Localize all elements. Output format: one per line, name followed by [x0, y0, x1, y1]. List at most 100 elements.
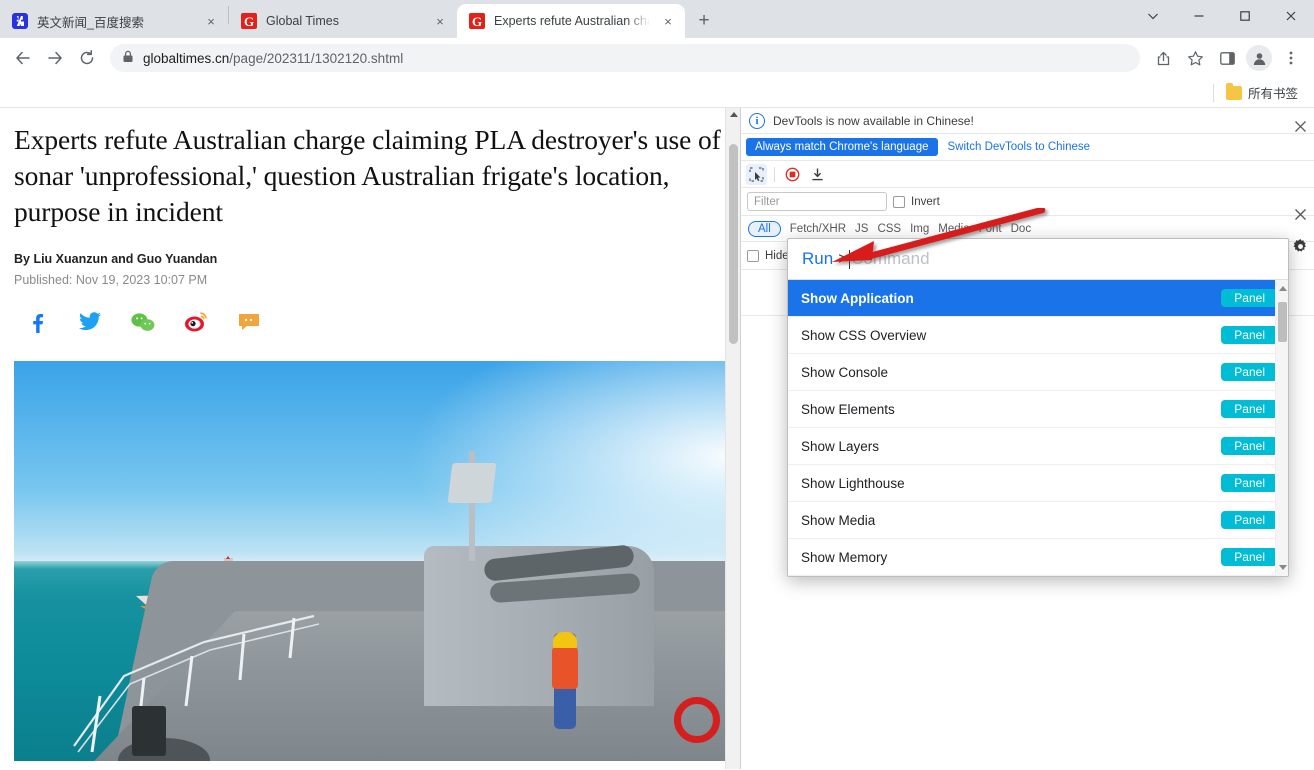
command-input-row[interactable]: Run > Command: [788, 239, 1288, 280]
share-icon[interactable]: [1148, 43, 1178, 73]
switch-language-button[interactable]: Switch DevTools to Chinese: [942, 138, 1097, 156]
command-label: Show CSS Overview: [801, 327, 927, 343]
tab-close-button[interactable]: ×: [659, 12, 677, 30]
all-bookmarks-label: 所有书签: [1247, 87, 1298, 101]
url-path: /page/202311/1302120.shtml: [229, 50, 404, 66]
command-list: Show Application Panel Show CSS Overview…: [788, 280, 1288, 576]
lock-icon: [122, 50, 134, 66]
facebook-icon[interactable]: [24, 309, 50, 335]
browser-tab-3-active[interactable]: G Experts refute Australian char ×: [457, 4, 685, 38]
tab-title: Global Times: [266, 14, 339, 28]
forward-icon[interactable]: [40, 43, 70, 73]
maximize-icon[interactable]: [1222, 0, 1268, 32]
page-scrollbar[interactable]: [725, 108, 740, 769]
always-match-language-button[interactable]: Always match Chrome's language: [746, 138, 938, 156]
filter-input[interactable]: Filter: [747, 192, 887, 211]
command-item-show-console[interactable]: Show Console Panel: [788, 354, 1288, 391]
content-area: Experts refute Australian charge claimin…: [0, 108, 1314, 769]
clear-network-log-icon[interactable]: [807, 164, 828, 185]
command-badge: Panel: [1221, 511, 1278, 529]
toolbar-right-actions: [1148, 43, 1306, 73]
wechat-icon[interactable]: [130, 309, 156, 335]
command-separator: >: [838, 249, 849, 268]
devtools-infobar-message: DevTools is now available in Chinese!: [773, 113, 974, 128]
resource-type-media[interactable]: Media: [938, 223, 969, 235]
photo-foreground-deck: [14, 451, 728, 762]
resource-type-fetch-xhr[interactable]: Fetch/XHR: [790, 223, 846, 235]
browser-tab-1[interactable]: 英文新闻_百度搜索 ×: [0, 4, 228, 38]
minimize-icon[interactable]: [1176, 0, 1222, 32]
tab-close-button[interactable]: ×: [202, 12, 220, 30]
tab-close-button[interactable]: ×: [431, 12, 449, 30]
message-icon[interactable]: [236, 309, 262, 335]
address-bar-url: globaltimes.cn/page/202311/1302120.shtml: [143, 51, 403, 66]
side-panel-icon[interactable]: [1212, 43, 1242, 73]
command-item-show-elements[interactable]: Show Elements Panel: [788, 391, 1288, 428]
page-scrollbar-thumb[interactable]: [729, 144, 738, 344]
scroll-down-arrow-icon[interactable]: [1279, 565, 1287, 570]
invert-checkbox[interactable]: [893, 195, 905, 208]
new-tab-button[interactable]: +: [690, 7, 718, 35]
globaltimes-icon: G: [469, 13, 485, 29]
command-label: Show Memory: [801, 549, 888, 565]
devtools-command-palette: Run > Command Show Application Panel Sho…: [787, 238, 1289, 577]
resource-type-img[interactable]: Img: [910, 223, 929, 235]
stop-recording-icon[interactable]: [782, 164, 803, 185]
bookmarks-bar: 所有书签: [0, 78, 1314, 108]
photo-radar-panel: [447, 463, 497, 504]
command-item-show-application[interactable]: Show Application Panel: [788, 280, 1288, 317]
weibo-icon[interactable]: [183, 309, 209, 335]
hide-data-urls-checkbox[interactable]: [747, 249, 759, 262]
resource-type-font[interactable]: Font: [979, 223, 1002, 235]
folder-icon: [1225, 82, 1242, 100]
command-list-scrollbar-thumb[interactable]: [1278, 302, 1287, 342]
resource-type-css[interactable]: CSS: [877, 223, 901, 235]
browser-tab-2[interactable]: G Global Times ×: [229, 4, 457, 38]
profile-button[interactable]: [1244, 43, 1274, 73]
address-bar[interactable]: globaltimes.cn/page/202311/1302120.shtml: [110, 44, 1140, 72]
reload-icon[interactable]: [72, 43, 102, 73]
article-byline: By Liu Xuanzun and Guo Yuandan: [14, 252, 218, 267]
command-prefix-label: Run: [802, 249, 834, 268]
back-icon[interactable]: [8, 43, 38, 73]
scroll-up-arrow-icon[interactable]: [1279, 286, 1287, 291]
command-list-scrollbar[interactable]: [1275, 280, 1288, 576]
command-item-show-memory[interactable]: Show Memory Panel: [788, 539, 1288, 576]
close-window-icon[interactable]: [1268, 0, 1314, 32]
command-label: Show Media: [801, 512, 876, 528]
command-badge: Panel: [1221, 289, 1278, 307]
devtools-right-rail: [1286, 108, 1314, 769]
command-item-show-layers[interactable]: Show Layers Panel: [788, 428, 1288, 465]
close-infobar-icon[interactable]: [1290, 116, 1310, 136]
chrome-menu-icon[interactable]: [1276, 43, 1306, 73]
command-item-show-css-overview[interactable]: Show CSS Overview Panel: [788, 317, 1288, 354]
resource-type-doc[interactable]: Doc: [1011, 223, 1031, 235]
settings-gear-icon[interactable]: [1290, 236, 1310, 256]
avatar: [1246, 45, 1272, 71]
twitter-icon[interactable]: [77, 309, 103, 335]
command-label: Show Elements: [801, 401, 895, 417]
network-panel-toolbar: [741, 161, 1314, 188]
all-bookmarks-folder[interactable]: 所有书签: [1220, 80, 1304, 105]
bookmark-divider: [1212, 83, 1214, 102]
inspect-element-icon[interactable]: [746, 163, 767, 185]
command-label: Show Console: [801, 364, 889, 380]
resource-type-all[interactable]: All: [748, 220, 781, 237]
command-badge: Panel: [1221, 363, 1278, 381]
command-item-show-lighthouse[interactable]: Show Lighthouse Panel: [788, 465, 1288, 502]
tab-title: Experts refute Australian char: [494, 14, 650, 28]
resource-type-js[interactable]: JS: [855, 223, 868, 235]
tab-search-chevron-down-icon[interactable]: [1130, 0, 1176, 32]
network-filter-bar: Filter Invert: [741, 188, 1314, 216]
info-icon: i: [749, 112, 765, 129]
social-share-row: [14, 309, 726, 335]
bookmark-star-icon[interactable]: [1180, 43, 1210, 73]
close-devtools-icon[interactable]: [1290, 204, 1310, 224]
article-container: Experts refute Australian charge claimin…: [0, 108, 740, 762]
command-label: Show Lighthouse: [801, 475, 905, 491]
scroll-up-arrow-icon[interactable]: [730, 112, 738, 117]
photo-railing: [73, 615, 320, 762]
url-domain: globaltimes.cn: [143, 50, 230, 66]
command-item-show-media[interactable]: Show Media Panel: [788, 502, 1288, 539]
command-badge: Panel: [1221, 548, 1278, 566]
